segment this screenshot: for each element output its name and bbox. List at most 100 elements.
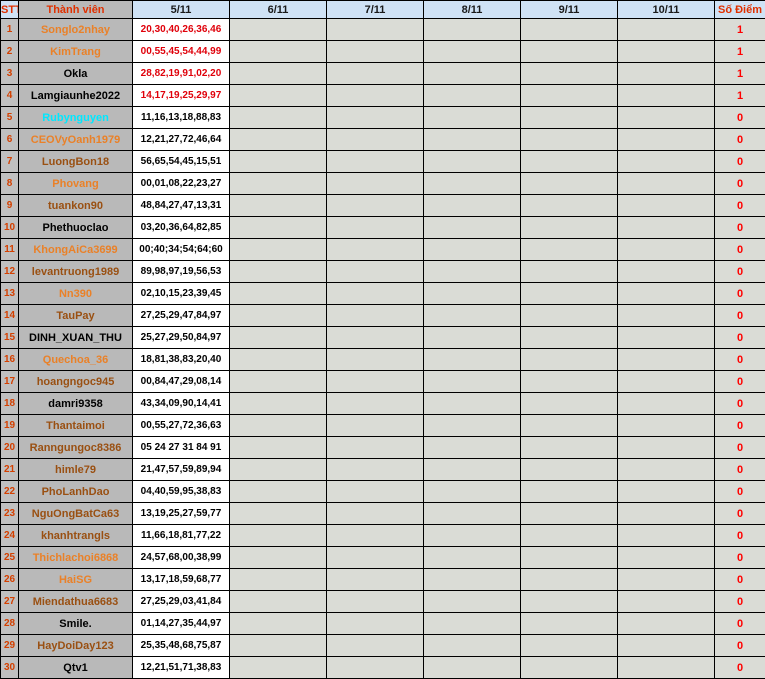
empty-cell [230, 239, 327, 261]
empty-cell [327, 41, 424, 63]
member-name: levantruong1989 [19, 261, 133, 283]
empty-cell [618, 525, 715, 547]
picked-numbers: 27,25,29,03,41,84 [133, 591, 230, 613]
empty-cell [618, 305, 715, 327]
score-value: 1 [715, 63, 765, 85]
empty-cell [618, 173, 715, 195]
row-number: 26 [1, 569, 19, 591]
empty-cell [618, 85, 715, 107]
empty-cell [327, 19, 424, 41]
empty-cell [424, 217, 521, 239]
picked-numbers: 00,55,27,72,36,63 [133, 415, 230, 437]
table-row: 10Phethuoclao03,20,36,64,82,850 [1, 217, 765, 239]
member-name: Quechoa_36 [19, 349, 133, 371]
table-row: 15DINH_XUAN_THU25,27,29,50,84,970 [1, 327, 765, 349]
empty-cell [521, 613, 618, 635]
empty-cell [230, 393, 327, 415]
empty-cell [327, 327, 424, 349]
score-value: 0 [715, 239, 765, 261]
score-value: 0 [715, 525, 765, 547]
empty-cell [327, 393, 424, 415]
member-name: khanhtrangls [19, 525, 133, 547]
empty-cell [424, 393, 521, 415]
row-number: 27 [1, 591, 19, 613]
table-row: 24khanhtrangls11,66,18,81,77,220 [1, 525, 765, 547]
empty-cell [230, 503, 327, 525]
empty-cell [424, 63, 521, 85]
empty-cell [521, 217, 618, 239]
row-number: 3 [1, 63, 19, 85]
table-row: 30Qtv112,21,51,71,38,830 [1, 657, 765, 679]
table-row: 19Thantaimoi00,55,27,72,36,630 [1, 415, 765, 437]
empty-cell [230, 459, 327, 481]
member-name: CEOVyOanh1979 [19, 129, 133, 151]
header-date-7-11: 7/11 [327, 1, 424, 19]
member-name: Songlo2nhay [19, 19, 133, 41]
empty-cell [424, 107, 521, 129]
row-number: 11 [1, 239, 19, 261]
picked-numbers: 56,65,54,45,15,51 [133, 151, 230, 173]
row-number: 16 [1, 349, 19, 371]
empty-cell [424, 173, 521, 195]
table-row: 21himle7921,47,57,59,89,940 [1, 459, 765, 481]
empty-cell [424, 415, 521, 437]
table-row: 23NguOngBatCa6313,19,25,27,59,770 [1, 503, 765, 525]
empty-cell [327, 85, 424, 107]
empty-cell [521, 481, 618, 503]
member-name: Smile. [19, 613, 133, 635]
member-name: NguOngBatCa63 [19, 503, 133, 525]
empty-cell [424, 85, 521, 107]
empty-cell [327, 371, 424, 393]
score-value: 1 [715, 41, 765, 63]
table-row: 7LuongBon1856,65,54,45,15,510 [1, 151, 765, 173]
picked-numbers: 12,21,27,72,46,64 [133, 129, 230, 151]
score-value: 0 [715, 657, 765, 679]
member-name: DINH_XUAN_THU [19, 327, 133, 349]
member-name: HayDoiDay123 [19, 635, 133, 657]
empty-cell [521, 437, 618, 459]
member-name: KimTrang [19, 41, 133, 63]
empty-cell [230, 151, 327, 173]
empty-cell [521, 151, 618, 173]
member-name: Nn390 [19, 283, 133, 305]
empty-cell [618, 613, 715, 635]
empty-cell [521, 503, 618, 525]
row-number: 29 [1, 635, 19, 657]
empty-cell [424, 371, 521, 393]
empty-cell [618, 63, 715, 85]
empty-cell [424, 283, 521, 305]
empty-cell [230, 635, 327, 657]
table-row: 25Thichlachoi686824,57,68,00,38,990 [1, 547, 765, 569]
empty-cell [521, 371, 618, 393]
table-row: 1Songlo2nhay20,30,40,26,36,461 [1, 19, 765, 41]
empty-cell [230, 173, 327, 195]
empty-cell [230, 107, 327, 129]
empty-cell [618, 371, 715, 393]
empty-cell [327, 305, 424, 327]
empty-cell [327, 129, 424, 151]
empty-cell [618, 41, 715, 63]
member-name: LuongBon18 [19, 151, 133, 173]
empty-cell [327, 613, 424, 635]
empty-cell [618, 327, 715, 349]
empty-cell [618, 657, 715, 679]
empty-cell [230, 261, 327, 283]
table-row: 6CEOVyOanh197912,21,27,72,46,640 [1, 129, 765, 151]
table-row: 5Rubynguyen11,16,13,18,88,830 [1, 107, 765, 129]
empty-cell [521, 547, 618, 569]
picked-numbers: 24,57,68,00,38,99 [133, 547, 230, 569]
empty-cell [424, 151, 521, 173]
table-row: 13Nn39002,10,15,23,39,450 [1, 283, 765, 305]
score-value: 0 [715, 459, 765, 481]
empty-cell [230, 371, 327, 393]
member-name: tuankon90 [19, 195, 133, 217]
empty-cell [424, 129, 521, 151]
picked-numbers: 00,01,08,22,23,27 [133, 173, 230, 195]
empty-cell [424, 305, 521, 327]
empty-cell [230, 195, 327, 217]
picked-numbers: 00,55,45,54,44,99 [133, 41, 230, 63]
member-name: Miendathua6683 [19, 591, 133, 613]
row-number: 9 [1, 195, 19, 217]
empty-cell [230, 481, 327, 503]
empty-cell [327, 437, 424, 459]
